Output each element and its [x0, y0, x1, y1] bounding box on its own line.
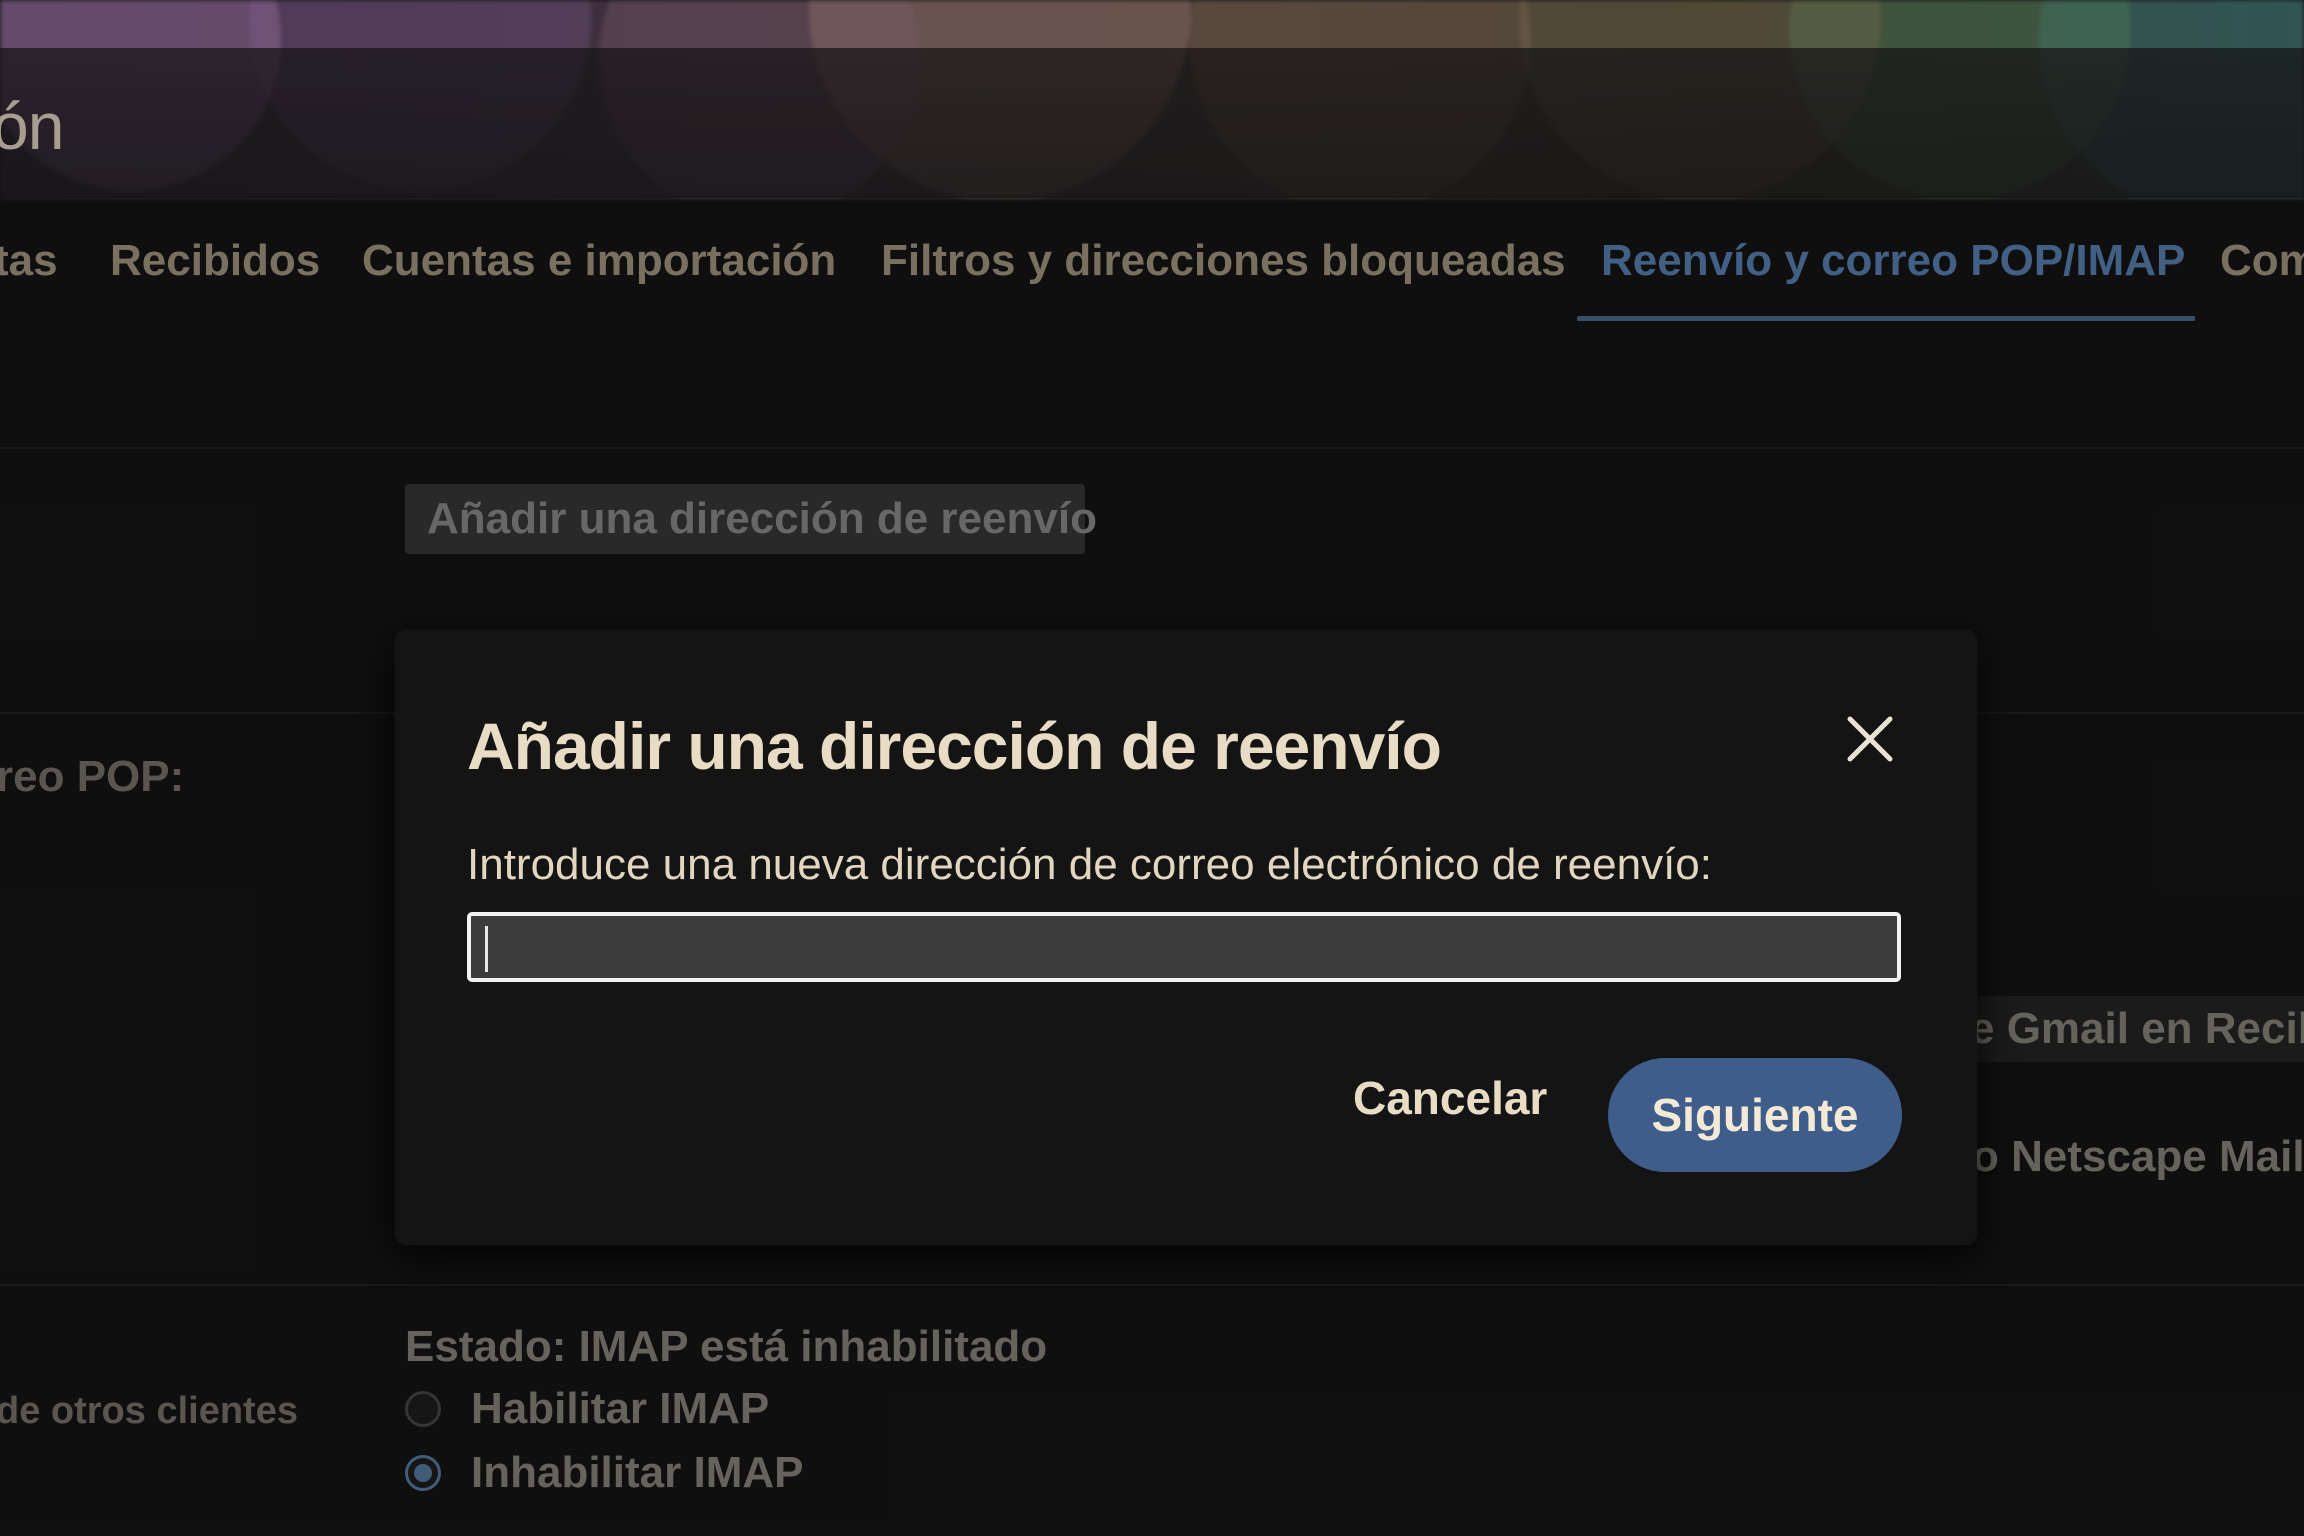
text-caret — [485, 926, 488, 972]
gmail-settings-screen: ón tas Recibidos Cuentas e importación F… — [0, 0, 2304, 1536]
cancel-button[interactable]: Cancelar — [1333, 1058, 1567, 1138]
close-button[interactable] — [1837, 706, 1903, 772]
add-forwarding-address-dialog: Añadir una dirección de reenvío Introduc… — [395, 630, 1977, 1245]
close-icon — [1847, 716, 1893, 762]
forwarding-email-input[interactable] — [467, 912, 1901, 982]
dialog-title: Añadir una dirección de reenvío — [467, 709, 1442, 783]
next-button[interactable]: Siguiente — [1608, 1058, 1902, 1172]
dialog-prompt: Introduce una nueva dirección de correo … — [467, 840, 1712, 889]
